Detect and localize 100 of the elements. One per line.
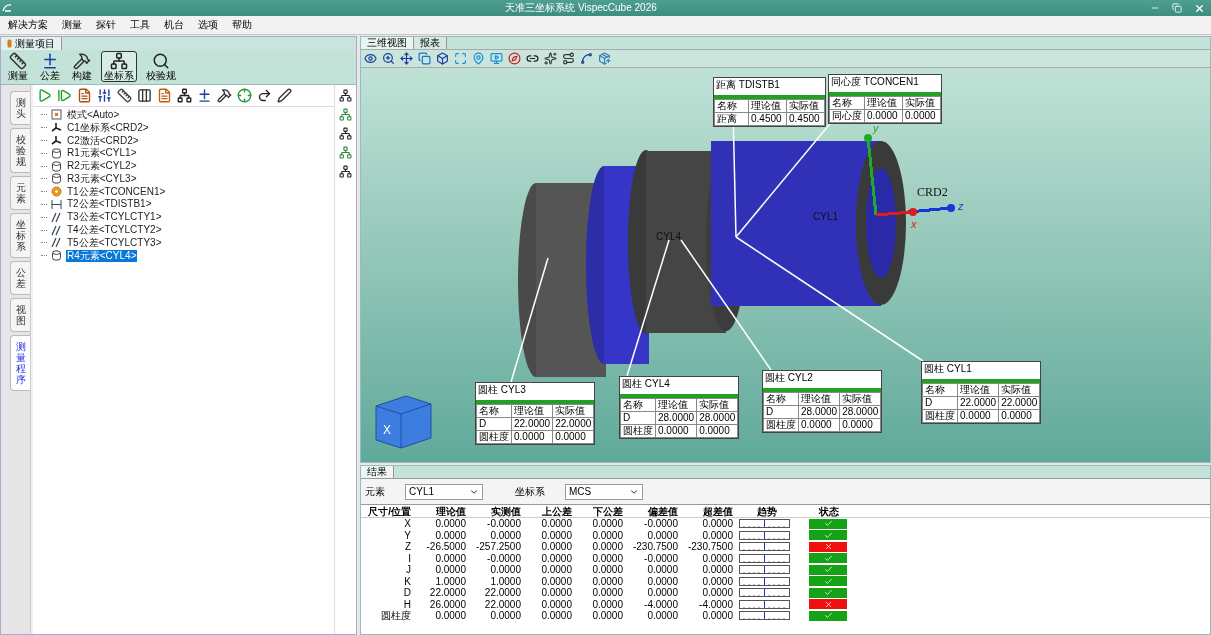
callout-header: 实际值	[902, 96, 941, 110]
cylinder-icon	[51, 173, 62, 185]
table-cell-text: 0.0000	[701, 587, 734, 599]
ribbon-button[interactable]: 测量	[5, 51, 31, 82]
play-icon[interactable]	[37, 88, 52, 103]
zoom-in-icon[interactable]	[382, 52, 395, 65]
restore-icon[interactable]	[1172, 3, 1182, 13]
script-icon[interactable]	[157, 88, 172, 103]
fit-view-icon[interactable]	[454, 52, 467, 65]
callout-cell: 圆柱度	[476, 430, 512, 444]
callout-cell: 28.0000	[839, 405, 881, 419]
screen-icon[interactable]	[490, 52, 503, 65]
ribbon-button[interactable]: 校验规	[143, 51, 179, 82]
results-tab[interactable]: 结果	[361, 466, 394, 478]
element-select[interactable]: CYL1	[405, 483, 483, 500]
ribbon-button[interactable]: 构建	[69, 51, 95, 82]
view-tab[interactable]: 报表	[414, 37, 447, 49]
tree-item[interactable]: C2激活<CRD2>	[66, 134, 140, 147]
tree-item[interactable]: 模式<Auto>	[66, 108, 121, 121]
table-cell-text: 22.0000	[483, 587, 522, 599]
sliders-icon[interactable]	[97, 88, 112, 103]
callout-title: 同心度 TCONCEN1	[830, 75, 920, 89]
ribbon-button[interactable]: 坐标系	[101, 51, 137, 82]
add-box-icon[interactable]	[598, 52, 611, 65]
table-cell-text: I	[407, 552, 412, 564]
callout-cell: 0.0000	[957, 409, 999, 423]
tree-item[interactable]: T4公差<TCYLCTY2>	[66, 224, 163, 237]
ribbon-button[interactable]: 公差	[37, 51, 63, 82]
callout-header: 理论值	[957, 383, 999, 397]
side-tab[interactable]: 测量程序	[10, 335, 30, 391]
tree-item[interactable]: R1元素<CYL1>	[66, 147, 138, 160]
step-icon[interactable]	[57, 88, 72, 103]
table-cell-text: -4.0000	[643, 598, 679, 610]
side-tab[interactable]: 测头	[10, 91, 30, 125]
table-cell-text: 22.0000	[428, 587, 467, 599]
callout-title: 圆柱 CYL3	[477, 383, 527, 397]
axis-label: x	[911, 218, 917, 230]
ruler-icon[interactable]	[117, 88, 132, 103]
trend-gauge	[739, 588, 790, 598]
plus-minus-icon[interactable]	[197, 88, 212, 103]
close-icon[interactable]	[1194, 2, 1205, 14]
side-tab[interactable]: 校验规	[10, 128, 30, 173]
callout-header: 理论值	[655, 398, 697, 412]
table-cell-text: Z	[403, 541, 412, 553]
eye-icon[interactable]	[364, 52, 377, 65]
table-cell-text: 0.0000	[591, 575, 624, 587]
tree-item[interactable]: T1公差<TCONCEN1>	[66, 185, 167, 198]
compass-icon[interactable]	[508, 52, 521, 65]
side-tab[interactable]: 元素	[10, 176, 30, 210]
cube-icon[interactable]	[436, 52, 449, 65]
menu-item[interactable]: 工具	[130, 19, 150, 31]
menu-item[interactable]: 选项	[198, 19, 218, 31]
tree-item[interactable]: R2元素<CYL2>	[66, 160, 138, 173]
view-tab[interactable]: 三维视图	[361, 37, 414, 49]
table-cell-text: 26.0000	[428, 598, 467, 610]
column-header: 理论值	[435, 505, 467, 517]
axis-label: z	[958, 200, 964, 212]
move-icon[interactable]	[400, 52, 413, 65]
column-header: 上公差	[541, 505, 573, 517]
callout-cell: 28.0000	[798, 405, 840, 419]
table-cell-text: 0.0000	[701, 610, 734, 622]
path-icon[interactable]	[562, 52, 575, 65]
curve-icon[interactable]	[257, 88, 272, 103]
side-tab[interactable]: 坐标系	[10, 213, 30, 258]
side-tab[interactable]: 公差	[10, 261, 30, 295]
tree-item[interactable]: T3公差<TCYLCTY1>	[66, 211, 163, 224]
callout-cell: D	[620, 411, 656, 425]
menu-item[interactable]: 测量	[62, 19, 82, 31]
spline-icon[interactable]	[580, 52, 593, 65]
table-cell-text: 1.0000	[434, 575, 467, 587]
callout-header: 名称	[922, 383, 958, 397]
callout-title: 圆柱 CYL1	[923, 362, 973, 376]
crosshair-icon[interactable]	[237, 88, 252, 103]
tree-item[interactable]: T2公差<TDISTB1>	[66, 198, 153, 211]
parallel-lines-icon	[51, 237, 62, 249]
hammer-icon[interactable]	[217, 88, 232, 103]
chain-icon[interactable]	[526, 52, 539, 65]
side-tab[interactable]: 视图	[10, 298, 30, 332]
tree-item[interactable]: R4元素<CYL4>	[66, 249, 138, 262]
column-header: 尺寸/位置	[367, 505, 412, 517]
document-icon[interactable]	[77, 88, 92, 103]
pin-icon[interactable]	[472, 52, 485, 65]
tree-item[interactable]: R3元素<CYL3>	[66, 172, 138, 185]
tree-item[interactable]: C1坐标系<CRD2>	[66, 121, 150, 134]
table-cell-text: 0.0000	[701, 518, 734, 530]
table-cell-text: K	[403, 575, 412, 587]
table-cell-text: 0.0000	[540, 529, 573, 541]
coordinate-system-select[interactable]: MCS	[565, 483, 643, 500]
callout-cell: 0.0000	[655, 424, 697, 438]
callout-cell: 圆柱度	[763, 418, 799, 432]
callout-cell: 0.0000	[696, 424, 738, 438]
menu-item[interactable]: 解决方案	[8, 19, 48, 31]
table-cell-text: 0.0000	[540, 564, 573, 576]
tree-item[interactable]: T5公差<TCYLCTY3>	[66, 236, 163, 249]
menu-item[interactable]: 机台	[164, 19, 184, 31]
callout-header: 实际值	[786, 99, 825, 113]
search-icon	[152, 52, 170, 70]
panel-tab[interactable]: 测量项目	[1, 37, 62, 50]
menu-item[interactable]: 帮助	[232, 19, 252, 31]
menu-item[interactable]: 探针	[96, 19, 116, 31]
